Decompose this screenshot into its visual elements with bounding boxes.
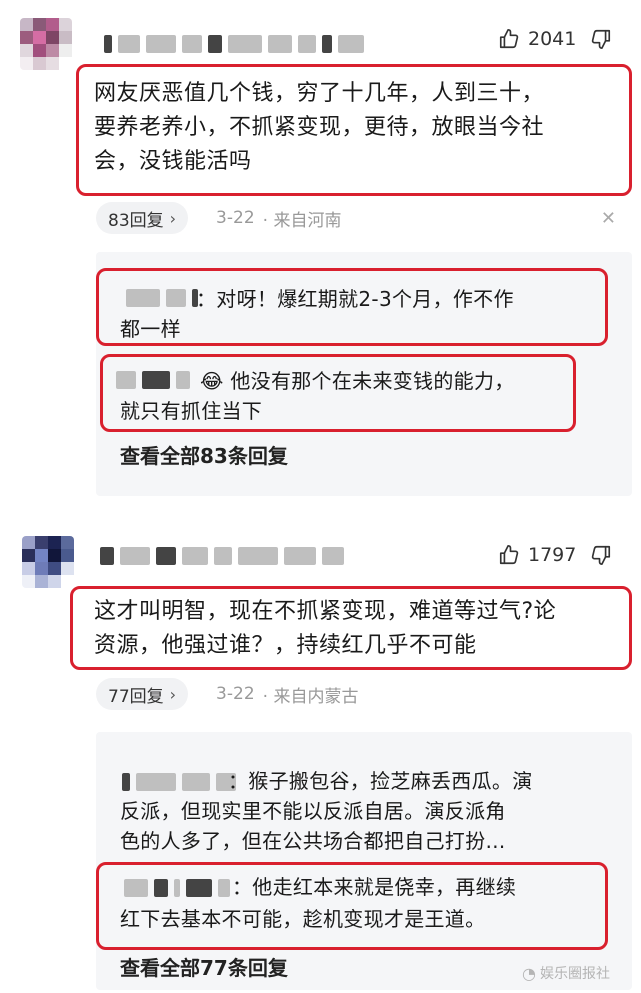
replies-button[interactable]: 83回复 › — [96, 202, 189, 234]
watermark: ◔ 娱乐圈报社 — [522, 963, 610, 983]
reply-username-blurred[interactable] — [122, 772, 236, 792]
comment-date: 3-22 — [216, 684, 255, 704]
avatar[interactable] — [20, 18, 72, 70]
comment-date: 3-22 — [216, 208, 255, 228]
reply-text: ：猴子搬包谷，捡芝麻丢西瓜。演 — [228, 769, 533, 793]
comment-location: · 来自河南 — [262, 210, 342, 231]
comment-card-1: 2041 网友厌恶值几个钱，穷了十几年，人到三十， 要养老养小，不抓紧变现，更待… — [0, 0, 641, 500]
reply-panel: ：猴子搬包谷，捡芝麻丢西瓜。演 反派，但现实里不能以反派自居。演反派角 色的人多… — [96, 732, 632, 990]
view-all-replies-link[interactable]: 查看全部83条回复 — [120, 440, 288, 469]
username-blurred[interactable] — [100, 546, 344, 566]
comment-location: · 来自内蒙古 — [262, 686, 359, 707]
like-group: 1797 — [498, 544, 612, 566]
like-count: 2041 — [528, 28, 577, 50]
comment-card-2: 1797 这才叫明智，现在不抓紧变现，难道等过气?论 资源，他强过谁？，持续红几… — [0, 500, 641, 993]
laughing-emoji-icon: 😂 — [200, 369, 224, 393]
thumbs-up-icon[interactable] — [498, 544, 520, 566]
view-all-replies-link[interactable]: 查看全部77条回复 — [120, 952, 288, 981]
thumbs-down-icon[interactable] — [590, 544, 612, 566]
reply-username-blurred[interactable] — [126, 288, 198, 308]
thumbs-up-icon[interactable] — [498, 28, 520, 50]
reply-text: ：对呀！爆红期就2-3个月，作不作 — [196, 287, 514, 311]
thumbs-down-icon[interactable] — [590, 28, 612, 50]
like-group: 2041 — [498, 28, 612, 50]
reply-username-blurred[interactable] — [116, 370, 190, 390]
avatar[interactable] — [22, 536, 74, 588]
reply-text-cont: 红下去基本不可能，趁机变现才是王道。 — [120, 907, 486, 931]
weibo-logo-icon: ◔ — [522, 963, 536, 983]
comment-meta: 83回复 › 3-22 · 来自河南 ✕ — [96, 202, 616, 234]
reply-text: ：他走红本来就是侥幸，再继续 — [232, 875, 517, 899]
reply-username-blurred[interactable] — [124, 878, 230, 898]
replies-button[interactable]: 77回复 › — [96, 678, 189, 710]
comment-meta: 77回复 › 3-22 · 来自内蒙古 — [96, 678, 616, 710]
comment-text: 这才叫明智，现在不抓紧变现，难道等过气?论 资源，他强过谁？，持续红几乎不可能 — [94, 599, 557, 658]
username-blurred[interactable] — [104, 34, 364, 54]
comment-text: 网友厌恶值几个钱，穷了十几年，人到三十， 要养老养小，不抓紧变现，更待，放眼当今… — [94, 81, 545, 174]
reply-text-cont: 就只有抓住当下 — [120, 399, 263, 423]
reply-text-cont: 反派，但现实里不能以反派自居。演反派角 色的人多了，但在公共场合都把自己打扮… — [120, 799, 506, 853]
reply-text: 😂 他没有那个在未来变钱的能力， — [200, 369, 515, 393]
reply-panel: ：对呀！爆红期就2-3个月，作不作 都一样 😂 他没有那个在未来变钱的能力， 就… — [96, 252, 632, 496]
close-icon[interactable]: ✕ — [601, 208, 616, 229]
chevron-right-icon: › — [169, 684, 177, 704]
reply-text-cont: 都一样 — [120, 317, 181, 341]
chevron-right-icon: › — [169, 208, 177, 228]
like-count: 1797 — [528, 544, 577, 566]
